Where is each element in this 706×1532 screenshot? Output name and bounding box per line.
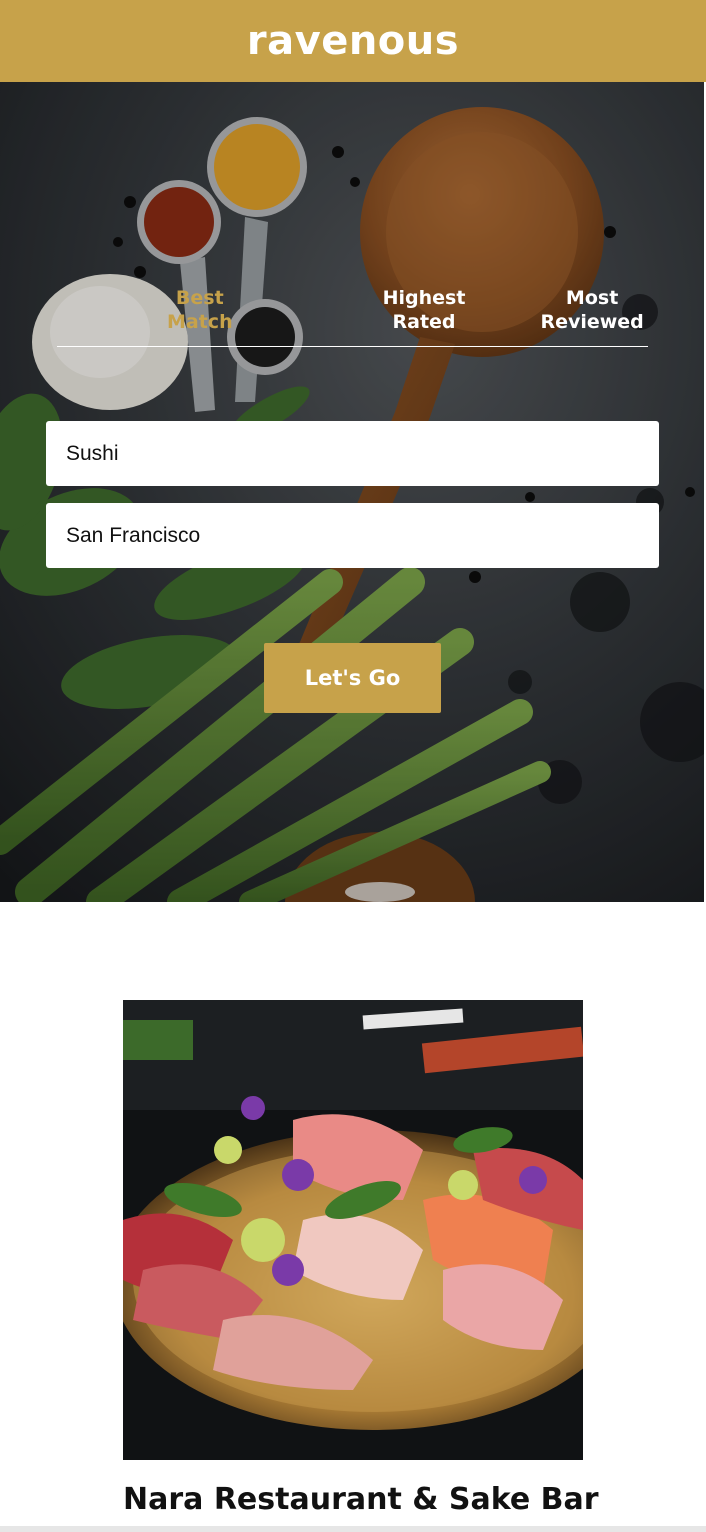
sort-option-highest-rated[interactable]: Highest Rated — [343, 285, 506, 346]
top-bar: ravenous — [0, 0, 706, 82]
lets-go-button[interactable]: Let's Go — [264, 643, 441, 713]
sashimi-platter-photo — [123, 1000, 583, 1460]
search-hero: Best Match Highest Rated Most Reviewed L… — [0, 82, 706, 902]
business-card[interactable]: Nara Restaurant & Sake Bar — [123, 1000, 599, 1517]
bottom-divider — [0, 1526, 706, 1532]
location-input[interactable] — [46, 503, 659, 568]
brand-logo: ravenous — [246, 18, 460, 64]
search-term-input[interactable] — [46, 421, 659, 486]
business-name: Nara Restaurant & Sake Bar — [123, 1482, 599, 1517]
food-ingredients-photo — [0, 82, 706, 902]
sort-options: Best Match Highest Rated Most Reviewed — [57, 285, 648, 347]
sort-option-most-reviewed[interactable]: Most Reviewed — [505, 285, 678, 346]
sort-option-best-match[interactable]: Best Match — [57, 285, 343, 346]
